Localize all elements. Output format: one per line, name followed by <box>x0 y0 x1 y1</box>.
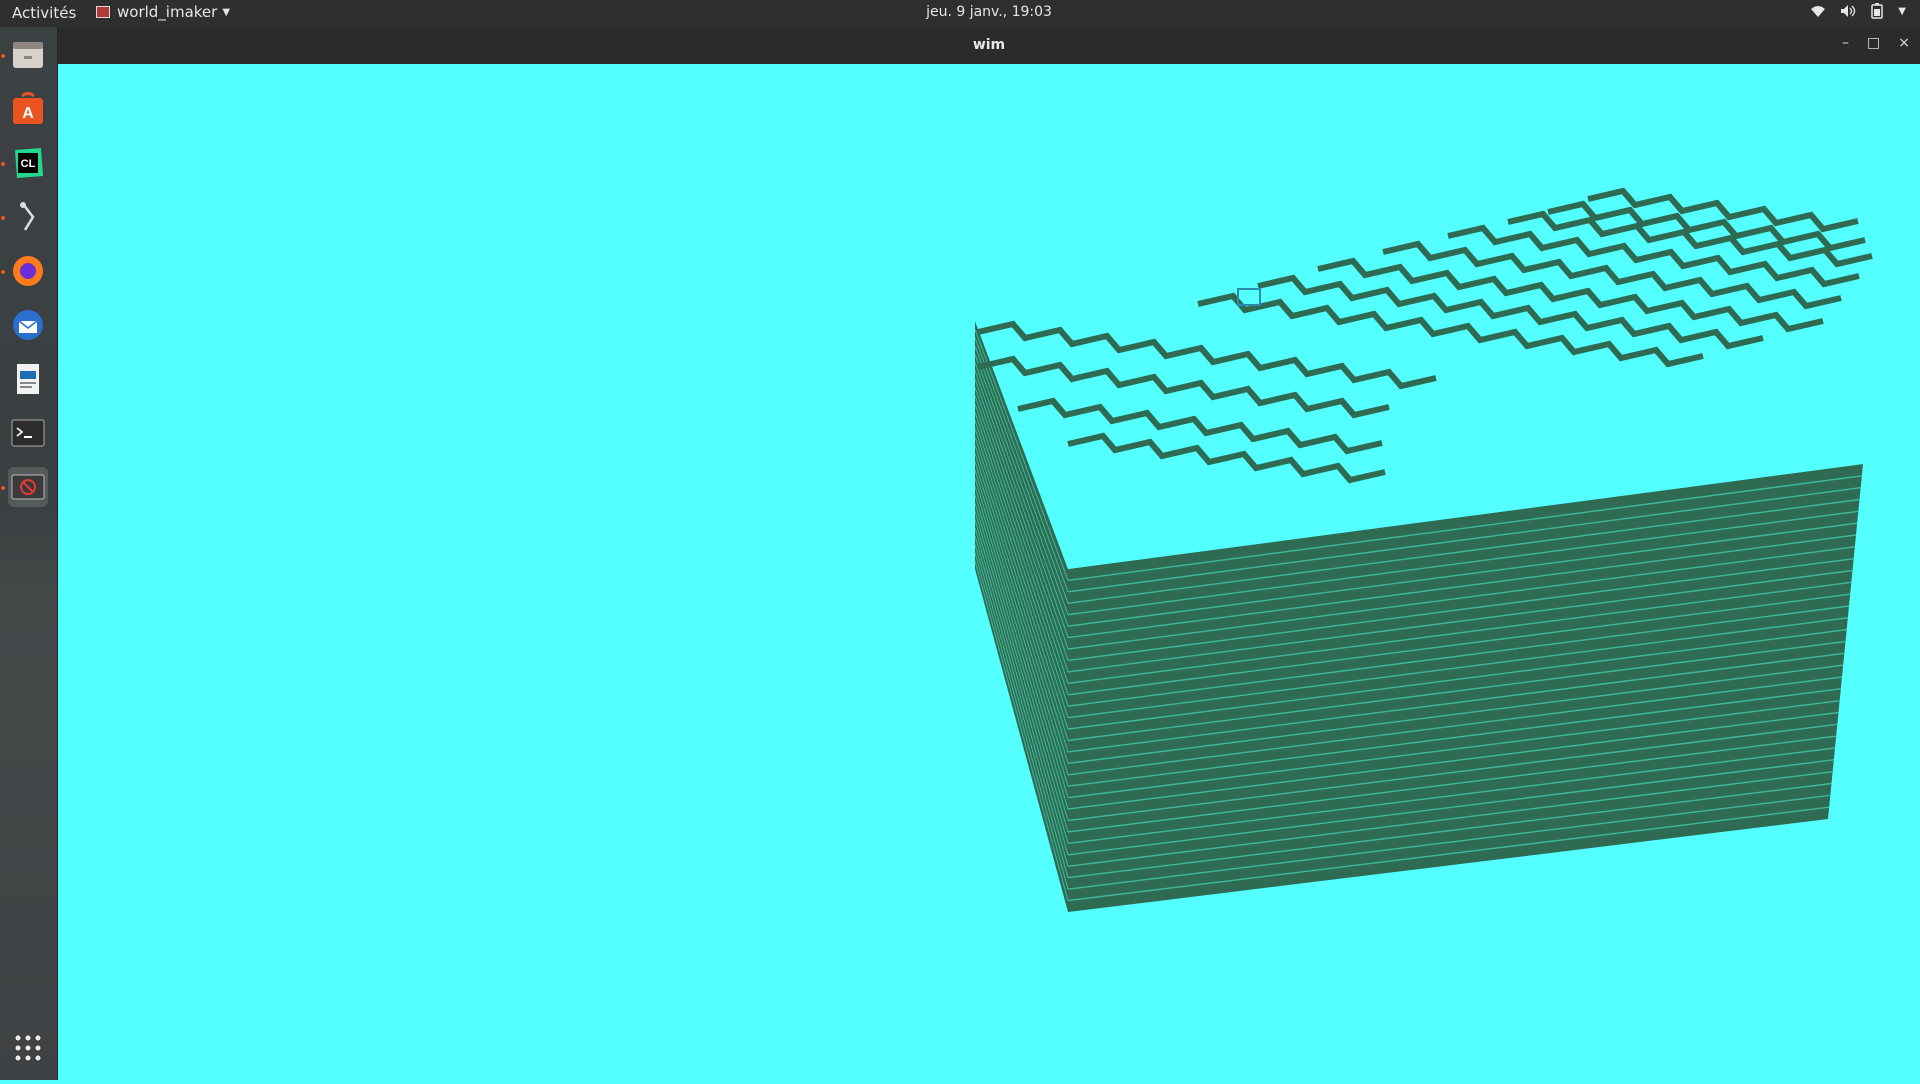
firefox-launcher[interactable] <box>8 251 48 291</box>
running-indicator <box>1 54 5 58</box>
dock: A CL <box>0 27 58 1080</box>
files-icon <box>13 42 43 68</box>
window-titlebar[interactable]: wim – □ × <box>58 27 1920 64</box>
thunderbird-icon <box>13 310 43 340</box>
terminal-icon <box>11 419 45 447</box>
git-icon <box>20 202 35 231</box>
scene-viewport[interactable] <box>58 64 1920 1080</box>
battery-icon <box>1871 3 1884 19</box>
terminal-launcher[interactable] <box>8 413 48 453</box>
window-title: wim <box>972 37 1006 53</box>
top-bar: Activités world_imaker ▼ jeu. 9 janv., 1… <box>0 0 1920 27</box>
clock[interactable]: jeu. 9 janv., 19:03 <box>0 4 1920 20</box>
close-button[interactable]: × <box>1898 35 1910 51</box>
files-launcher[interactable] <box>8 35 48 75</box>
thunderbird-launcher[interactable] <box>8 305 48 345</box>
chevron-down-icon: ▼ <box>1898 5 1906 17</box>
clion-launcher[interactable]: CL <box>8 143 48 183</box>
writer-launcher[interactable] <box>8 359 48 399</box>
running-indicator <box>1 486 5 490</box>
show-applications-icon <box>15 1035 41 1061</box>
git-launcher[interactable] <box>8 197 48 237</box>
wifi-icon <box>1811 6 1826 17</box>
system-status-area[interactable]: ▼ <box>1810 3 1906 19</box>
running-indicator <box>1 216 5 220</box>
world-imaker-launcher[interactable] <box>8 467 48 507</box>
running-indicator <box>1 270 5 274</box>
volume-icon <box>1841 5 1856 17</box>
svg-text:CL: CL <box>21 158 36 170</box>
running-indicator <box>1 162 5 166</box>
world-imaker-icon <box>11 474 45 500</box>
minimize-button[interactable]: – <box>1842 35 1849 51</box>
firefox-icon <box>13 256 43 286</box>
writer-icon <box>17 364 39 394</box>
software-launcher[interactable]: A <box>8 89 48 129</box>
software-icon: A <box>13 92 43 124</box>
maximize-button[interactable]: □ <box>1867 35 1880 51</box>
svg-text:A: A <box>22 105 34 122</box>
voxel-scene <box>974 154 1873 912</box>
clion-icon: CL <box>15 148 43 178</box>
show-applications-button[interactable] <box>13 1033 43 1063</box>
